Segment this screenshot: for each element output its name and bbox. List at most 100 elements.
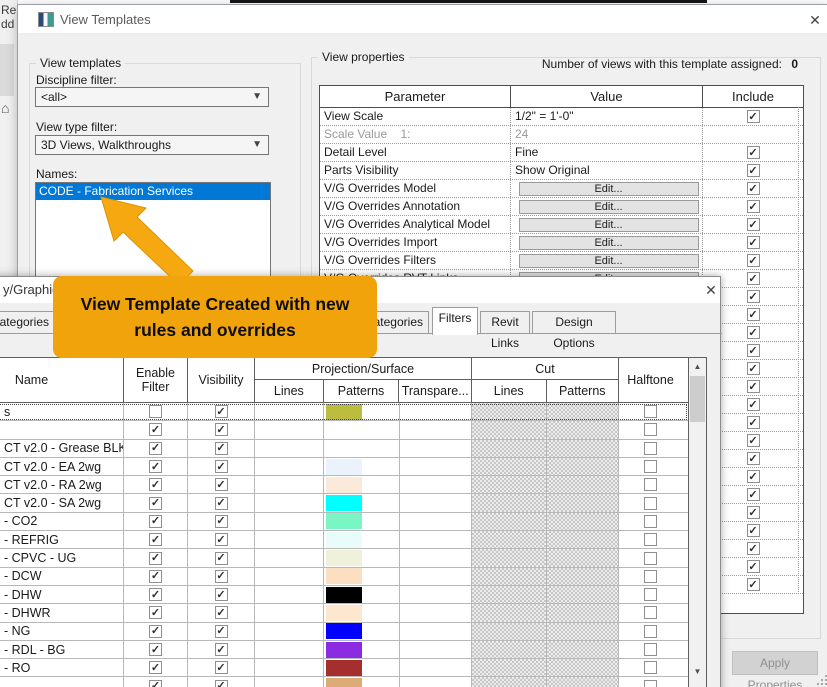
transparency-cell[interactable] <box>400 403 472 421</box>
include-checkbox[interactable] <box>746 578 760 591</box>
projection-lines-cell[interactable] <box>255 531 324 549</box>
transparency-cell[interactable] <box>400 640 472 659</box>
filter-row[interactable]: - RDL - BG <box>0 640 688 660</box>
halftone-checkbox[interactable] <box>644 643 657 656</box>
enable-filter-checkbox[interactable] <box>149 606 162 620</box>
projection-lines-cell[interactable] <box>255 549 324 567</box>
visibility-checkbox[interactable] <box>214 606 228 620</box>
scroll-down-button[interactable]: ▼ <box>690 663 705 680</box>
tab-design-options[interactable]: Design Options <box>532 311 616 350</box>
transparency-cell[interactable] <box>400 512 472 531</box>
enable-filter-checkbox[interactable] <box>149 624 162 638</box>
include-checkbox[interactable] <box>746 380 760 393</box>
include-checkbox[interactable] <box>746 326 760 339</box>
visibility-checkbox[interactable] <box>214 624 228 638</box>
projection-lines-cell[interactable] <box>255 677 324 687</box>
projection-lines-cell[interactable] <box>255 622 324 640</box>
pattern-swatch[interactable] <box>326 550 362 567</box>
transparency-cell[interactable] <box>400 585 472 604</box>
projection-lines-cell[interactable] <box>255 585 324 604</box>
include-checkbox[interactable] <box>746 200 760 213</box>
pattern-swatch[interactable] <box>326 458 362 475</box>
include-checkbox[interactable] <box>746 254 760 267</box>
enable-filter-checkbox[interactable] <box>149 643 162 656</box>
visibility-checkbox[interactable] <box>214 496 228 510</box>
transparency-cell[interactable] <box>400 439 472 457</box>
enable-filter-checkbox[interactable] <box>149 423 162 437</box>
filter-row[interactable]: - RO <box>0 659 688 678</box>
transparency-cell[interactable] <box>400 476 472 494</box>
include-checkbox[interactable] <box>746 236 760 249</box>
transparency-cell[interactable] <box>400 677 472 687</box>
apply-properties-button[interactable]: Apply Properties <box>732 651 818 687</box>
projection-patterns-cell[interactable] <box>324 640 400 659</box>
discipline-filter-select[interactable]: <all> ▼ <box>35 87 269 107</box>
include-checkbox[interactable] <box>746 560 760 573</box>
halftone-checkbox[interactable] <box>644 514 657 528</box>
projection-patterns-cell[interactable] <box>324 457 400 476</box>
projection-lines-cell[interactable] <box>255 476 324 494</box>
projection-patterns-cell[interactable] <box>324 659 400 677</box>
include-checkbox[interactable] <box>746 146 760 159</box>
halftone-checkbox[interactable] <box>644 588 657 602</box>
pattern-swatch[interactable] <box>326 604 362 621</box>
include-checkbox[interactable] <box>746 524 760 537</box>
pattern-swatch[interactable] <box>326 476 362 493</box>
visibility-checkbox[interactable] <box>214 588 228 602</box>
visibility-checkbox[interactable] <box>214 405 228 419</box>
include-checkbox[interactable] <box>746 182 760 195</box>
halftone-checkbox[interactable] <box>644 441 657 455</box>
visibility-checkbox[interactable] <box>214 679 228 687</box>
filter-row[interactable]: CT v2.0 - RA 2wg <box>0 476 688 495</box>
include-checkbox[interactable] <box>746 542 760 555</box>
include-checkbox[interactable] <box>746 398 760 411</box>
projection-patterns-cell[interactable] <box>324 549 400 567</box>
projection-patterns-cell[interactable] <box>324 512 400 531</box>
list-item-selected[interactable]: CODE - Fabrication Services <box>36 183 270 200</box>
include-checkbox[interactable] <box>746 290 760 303</box>
transparency-cell[interactable] <box>400 457 472 476</box>
filter-row[interactable] <box>0 421 688 440</box>
halftone-checkbox[interactable] <box>644 496 657 510</box>
include-checkbox[interactable] <box>746 470 760 483</box>
projection-lines-cell[interactable] <box>255 494 324 512</box>
edit-button[interactable]: Edit... <box>518 253 699 268</box>
pattern-swatch[interactable] <box>326 495 362 512</box>
close-icon[interactable]: ✕ <box>702 281 720 299</box>
enable-filter-checkbox[interactable] <box>149 405 162 419</box>
pattern-swatch[interactable] <box>326 531 362 548</box>
edit-button[interactable]: Edit... <box>518 199 699 214</box>
pattern-swatch[interactable] <box>326 678 362 687</box>
enable-filter-checkbox[interactable] <box>149 514 162 528</box>
enable-filter-checkbox[interactable] <box>149 588 162 602</box>
projection-patterns-cell[interactable] <box>324 567 400 585</box>
filter-row[interactable]: s <box>0 403 688 422</box>
halftone-checkbox[interactable] <box>644 606 657 620</box>
projection-patterns-cell[interactable] <box>324 494 400 512</box>
filter-row[interactable] <box>0 677 688 687</box>
transparency-cell[interactable] <box>400 421 472 439</box>
halftone-checkbox[interactable] <box>644 478 657 492</box>
transparency-cell[interactable] <box>400 604 472 622</box>
halftone-checkbox[interactable] <box>644 460 657 474</box>
filter-row[interactable]: - CO2 <box>0 512 688 532</box>
visibility-checkbox[interactable] <box>214 478 228 492</box>
pattern-swatch[interactable] <box>326 513 362 530</box>
pattern-swatch[interactable] <box>326 659 362 676</box>
halftone-checkbox[interactable] <box>644 661 657 675</box>
filter-row[interactable]: - DHWR <box>0 604 688 623</box>
include-checkbox[interactable] <box>746 452 760 465</box>
include-checkbox[interactable] <box>746 164 760 177</box>
include-checkbox[interactable] <box>746 110 760 123</box>
close-icon[interactable]: ✕ <box>806 11 824 29</box>
halftone-checkbox[interactable] <box>644 533 657 547</box>
projection-patterns-cell[interactable] <box>324 403 400 421</box>
visibility-checkbox[interactable] <box>214 441 228 455</box>
projection-lines-cell[interactable] <box>255 604 324 622</box>
projection-patterns-cell[interactable] <box>324 677 400 687</box>
halftone-checkbox[interactable] <box>644 551 657 565</box>
enable-filter-checkbox[interactable] <box>149 460 162 474</box>
edit-button[interactable]: Edit... <box>518 235 699 250</box>
include-checkbox[interactable] <box>746 362 760 375</box>
filter-row[interactable]: - NG <box>0 622 688 641</box>
